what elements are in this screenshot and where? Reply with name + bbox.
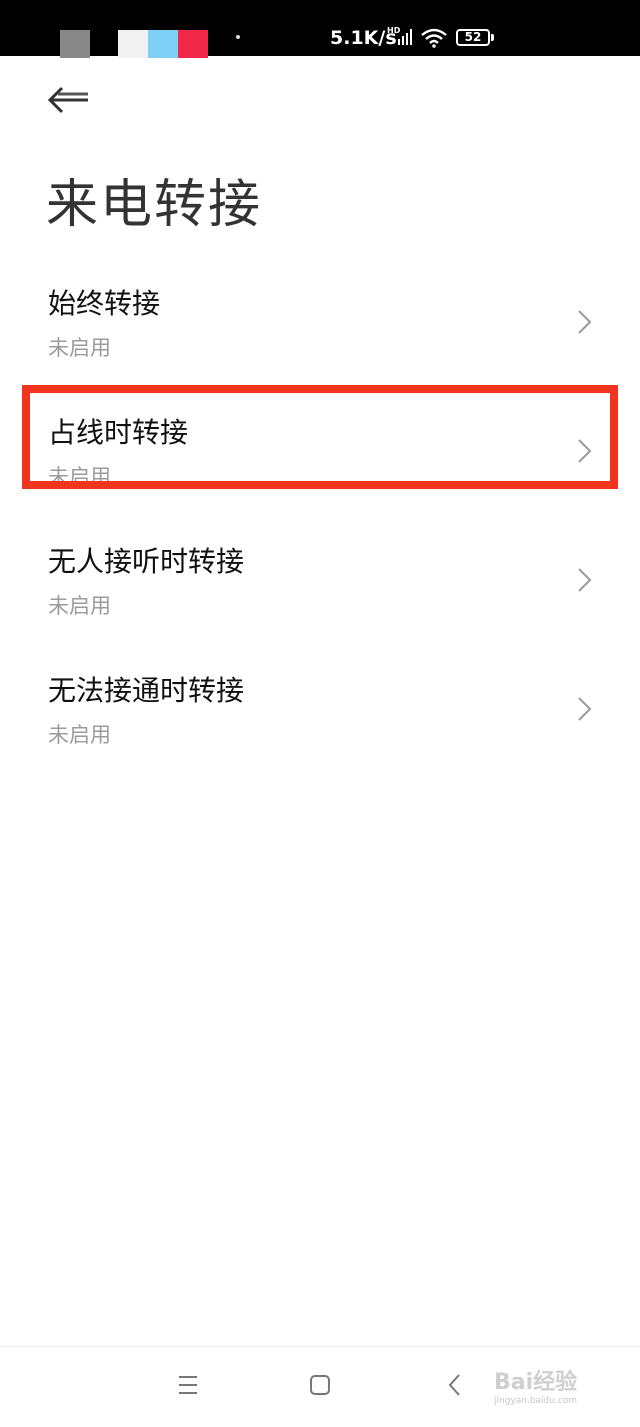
- list-item-forward-when-unreachable[interactable]: 无法接通时转接 未启用: [0, 649, 640, 771]
- item-status: 未启用: [48, 594, 111, 618]
- item-title: 无法接通时转接: [48, 674, 245, 707]
- back-arrow-icon[interactable]: [46, 82, 92, 118]
- item-title: 始终转接: [48, 287, 161, 320]
- item-title: 占线时转接: [48, 416, 189, 449]
- list-item-forward-when-unanswered[interactable]: 无人接听时转接 未启用: [0, 520, 640, 642]
- watermark-text: Bai经验: [494, 1370, 578, 1395]
- item-status: 未启用: [48, 465, 111, 489]
- home-button[interactable]: [280, 1347, 360, 1423]
- nav-back-icon: [448, 1374, 460, 1396]
- status-color-block: [178, 30, 208, 58]
- signal-icon: [398, 29, 412, 45]
- list-item-always-forward[interactable]: 始终转接 未启用: [0, 262, 640, 384]
- status-bar: 5.1K/s HD 52: [0, 0, 640, 58]
- battery-level: 52: [464, 30, 482, 44]
- chevron-right-icon: [578, 439, 592, 463]
- page-title: 来电转接: [46, 175, 263, 235]
- item-title: 无人接听时转接: [48, 545, 245, 578]
- watermark: Bai经验 jingyan.baidu.com: [488, 1350, 618, 1416]
- menu-button[interactable]: [148, 1347, 228, 1423]
- chevron-right-icon: [578, 568, 592, 592]
- watermark-url: jingyan.baidu.com: [494, 1396, 578, 1406]
- item-status: 未启用: [48, 723, 111, 747]
- wifi-icon: [421, 28, 447, 48]
- status-color-block: [148, 30, 178, 58]
- status-color-block: [60, 30, 90, 58]
- list-item-forward-when-busy[interactable]: 占线时转接 未启用: [0, 391, 640, 513]
- nav-back-button[interactable]: [414, 1347, 494, 1423]
- battery-nub: [491, 34, 494, 41]
- battery-icon: 52: [456, 29, 490, 46]
- menu-icon: [179, 1376, 197, 1394]
- status-color-block: [118, 30, 148, 58]
- chevron-right-icon: [578, 310, 592, 334]
- item-status: 未启用: [48, 336, 111, 360]
- status-dot: [236, 35, 240, 39]
- chevron-right-icon: [578, 697, 592, 721]
- home-icon: [310, 1375, 330, 1395]
